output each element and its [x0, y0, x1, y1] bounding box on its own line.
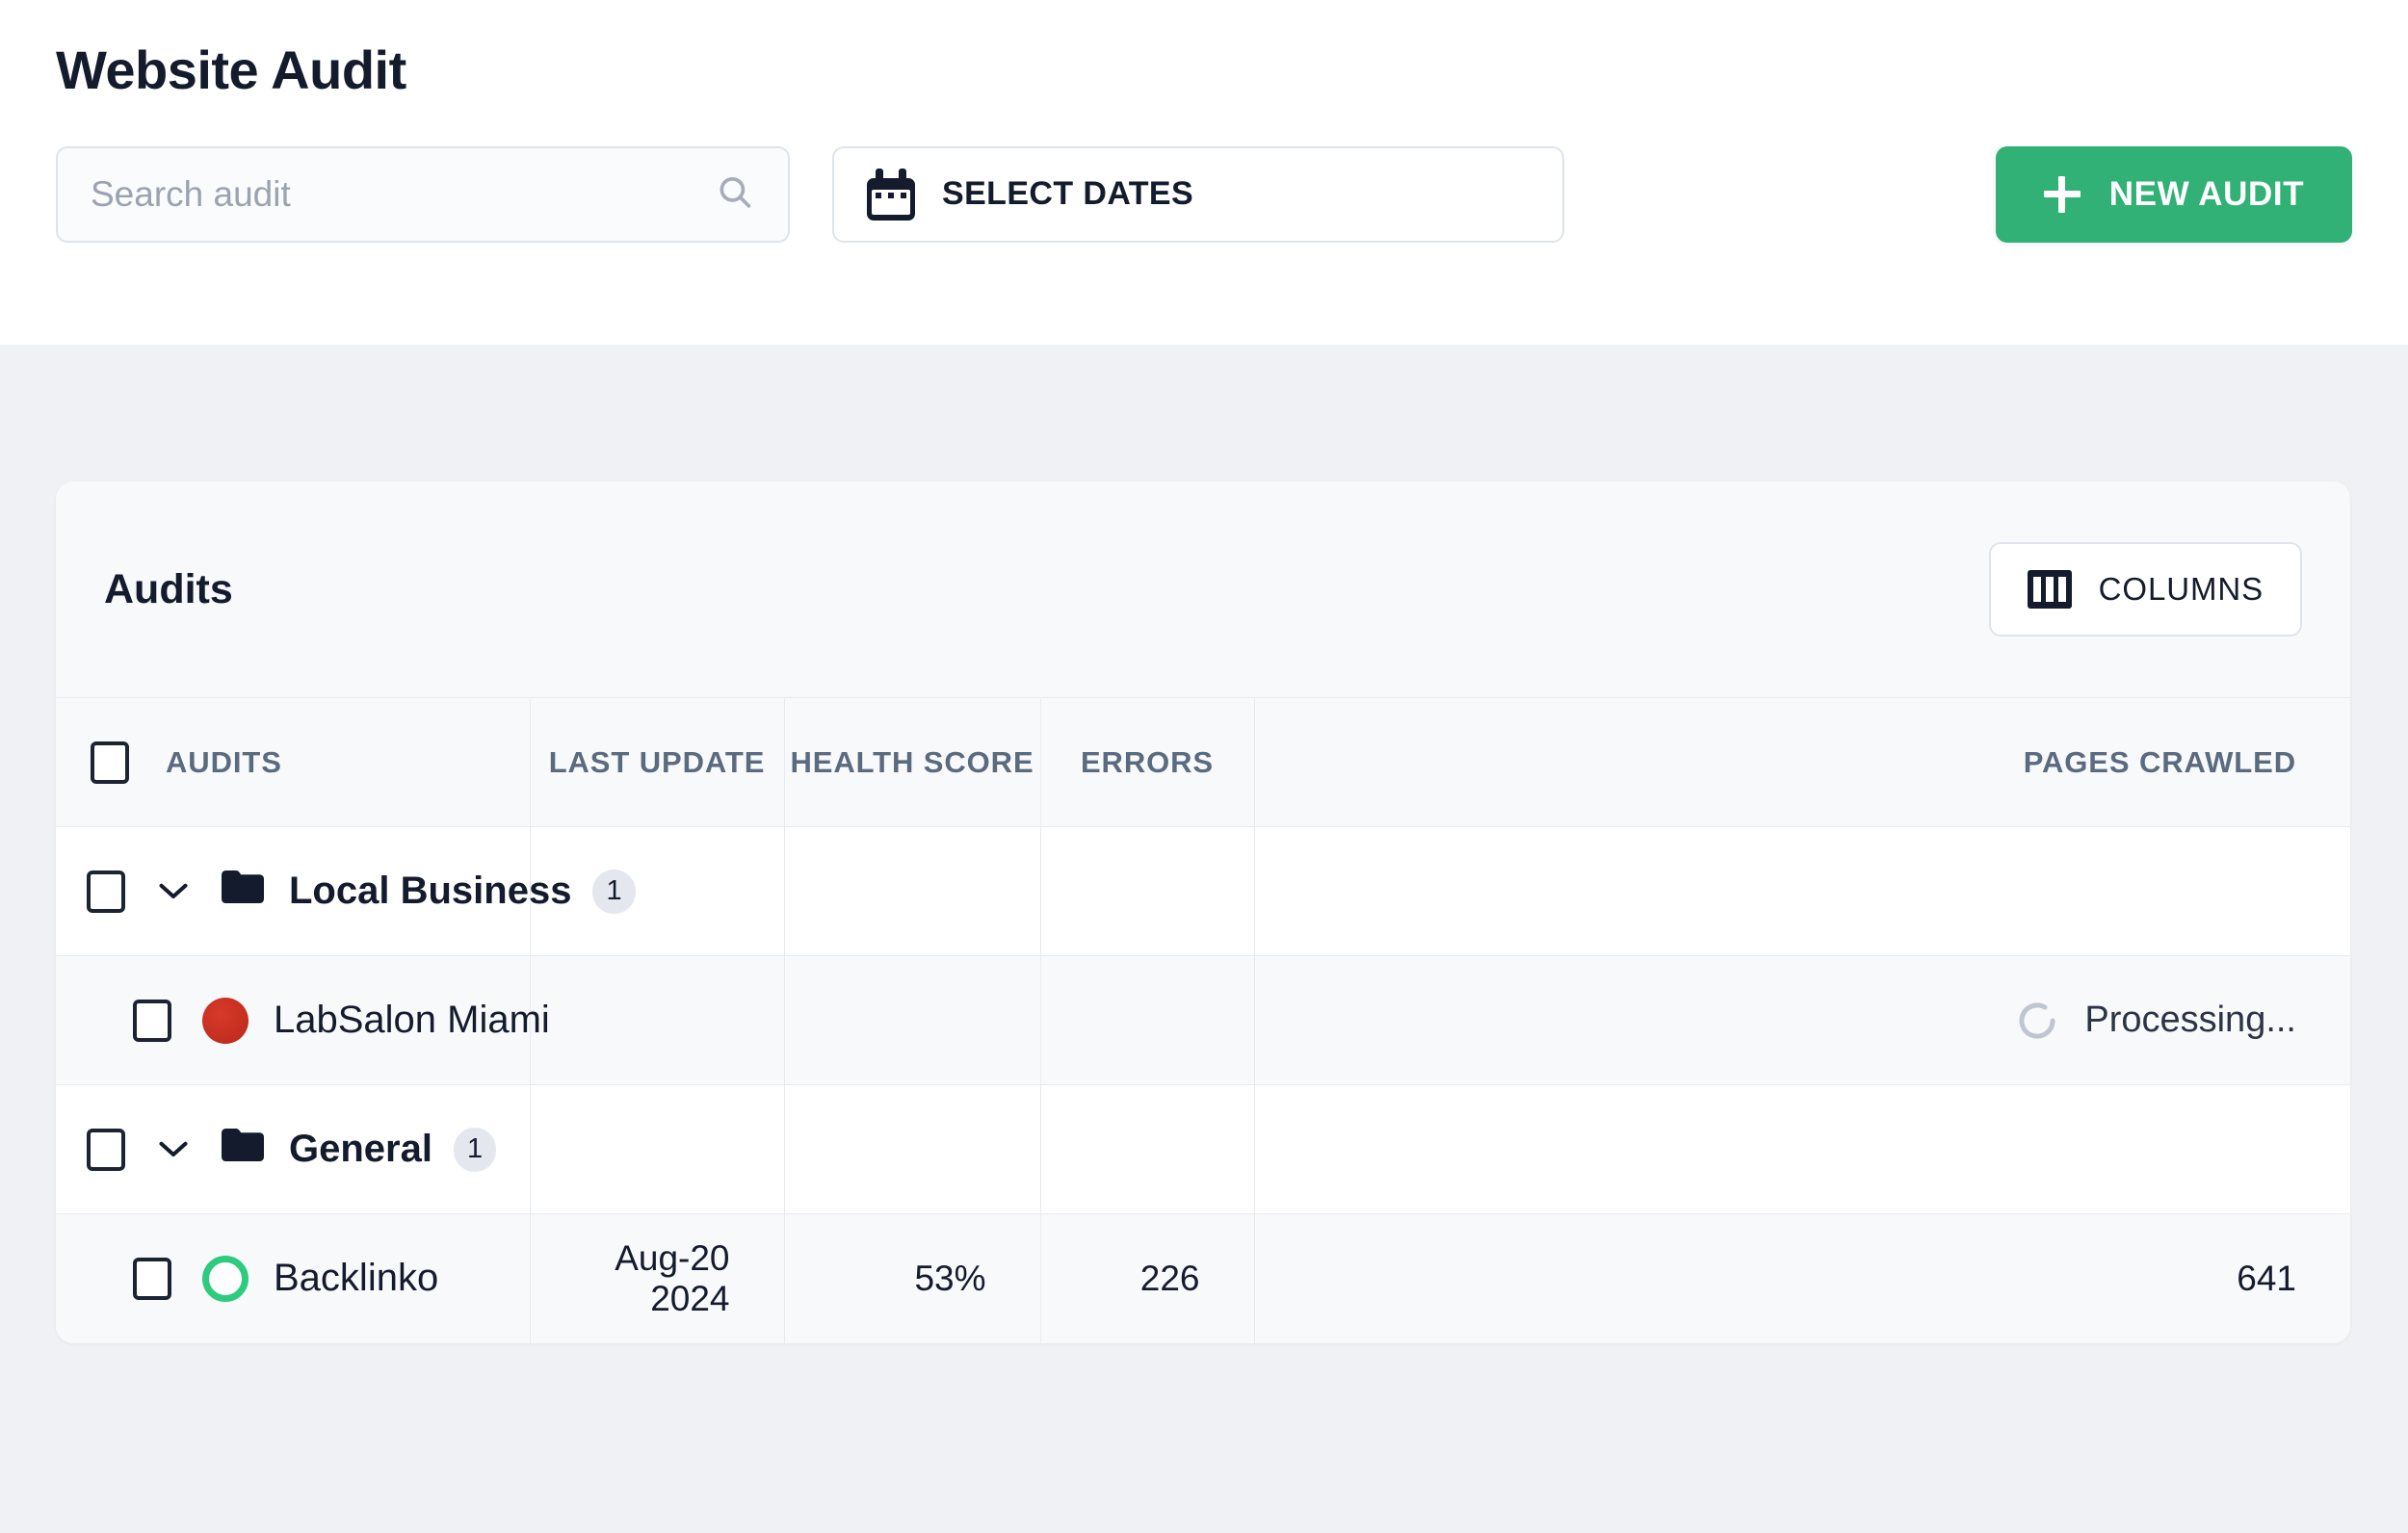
site-cell: LabSalon Miami — [56, 955, 550, 1085]
select-dates-button[interactable]: SELECT DATES — [832, 145, 1564, 243]
audits-table: AUDITS LAST UPDATE HEALTH SCORE ERRORS P… — [56, 697, 2350, 1343]
cell-health-score: 53% — [784, 1213, 1041, 1343]
column-header-health-score[interactable]: HEALTH SCORE — [784, 697, 1041, 827]
chevron-down-icon[interactable] — [152, 870, 195, 913]
plus-icon — [2043, 175, 2081, 213]
cell-health-score — [784, 1084, 1041, 1214]
cell-errors — [1040, 826, 1255, 956]
cell-errors — [1040, 955, 1255, 1085]
site-cell: Backlinko — [56, 1213, 531, 1343]
column-header-errors[interactable]: ERRORS — [1040, 697, 1255, 827]
cell-pages-crawled: Processing... — [1254, 955, 2350, 1085]
columns-label: COLUMNS — [2098, 571, 2264, 607]
cell-last-update — [530, 1084, 785, 1214]
chevron-down-icon[interactable] — [152, 1129, 195, 1171]
audits-card-title: Audits — [104, 565, 233, 612]
folder-icon — [220, 1127, 266, 1172]
search-icon — [715, 171, 755, 217]
cell-pages-crawled: 641 — [1254, 1213, 2350, 1343]
folder-count-badge: 1 — [592, 869, 636, 914]
audits-card: Audits COLUMNS AUDITS LAST UPDATE HEALTH… — [56, 481, 2350, 1343]
table-row[interactable]: LabSalon Miami Processing... — [56, 955, 2350, 1085]
column-header-last-update[interactable]: LAST UPDATE — [529, 697, 785, 827]
audits-card-header: Audits COLUMNS — [56, 481, 2350, 697]
cell-errors: 226 — [1040, 1213, 1255, 1343]
cell-last-update — [530, 955, 785, 1085]
cell-health-score — [784, 955, 1041, 1085]
new-audit-label: NEW AUDIT — [2108, 174, 2305, 213]
labsalon-favicon — [202, 997, 249, 1044]
cell-pages-crawled — [1254, 826, 2350, 956]
row-checkbox[interactable] — [87, 1128, 125, 1171]
cell-errors — [1040, 1084, 1255, 1214]
table-row[interactable]: Backlinko Aug-20 2024 53% 226 641 — [56, 1213, 2350, 1343]
select-all-checkbox[interactable] — [91, 741, 129, 784]
site-name: LabSalon Miami — [274, 999, 550, 1041]
folder-name: General — [289, 1128, 432, 1170]
row-checkbox[interactable] — [133, 999, 171, 1042]
calendar-icon — [867, 168, 915, 221]
columns-icon — [2027, 570, 2072, 609]
spinner-icon — [2015, 999, 2059, 1043]
column-header-audits[interactable]: AUDITS — [56, 697, 531, 827]
cell-last-update: Aug-20 2024 — [530, 1213, 785, 1343]
backlinko-favicon — [202, 1255, 249, 1302]
page-title: Website Audit — [56, 39, 406, 100]
column-header-audits-label: AUDITS — [166, 744, 282, 779]
table-body: Local Business 1 LabSalon Miami Processi… — [56, 826, 2350, 1343]
folder-cell: Local Business 1 — [56, 826, 636, 956]
folder-icon — [220, 869, 266, 914]
table-row[interactable]: Local Business 1 — [56, 826, 2350, 956]
folder-count-badge: 1 — [453, 1127, 497, 1172]
new-audit-button[interactable]: NEW AUDIT — [1996, 145, 2352, 243]
cell-pages-crawled — [1254, 1084, 2350, 1214]
select-dates-label: SELECT DATES — [942, 175, 1194, 213]
columns-button[interactable]: COLUMNS — [1988, 542, 2302, 637]
folder-name: Local Business — [289, 870, 572, 912]
search-input[interactable] — [91, 147, 755, 241]
site-name: Backlinko — [274, 1257, 439, 1300]
folder-cell: General 1 — [56, 1084, 531, 1214]
row-checkbox[interactable] — [133, 1257, 171, 1300]
row-checkbox[interactable] — [87, 870, 125, 913]
processing-label: Processing... — [2084, 1000, 2296, 1040]
search-box[interactable] — [56, 145, 790, 243]
toolbar: SELECT DATES NEW AUDIT — [56, 145, 2352, 243]
table-row[interactable]: General 1 — [56, 1084, 2350, 1214]
table-header: AUDITS LAST UPDATE HEALTH SCORE ERRORS P… — [56, 697, 2350, 827]
cell-health-score — [784, 826, 1041, 956]
column-header-pages-crawled[interactable]: PAGES CRAWLED — [1254, 697, 2350, 827]
page-header: Website Audit SELECT DATES NE — [0, 0, 2408, 345]
